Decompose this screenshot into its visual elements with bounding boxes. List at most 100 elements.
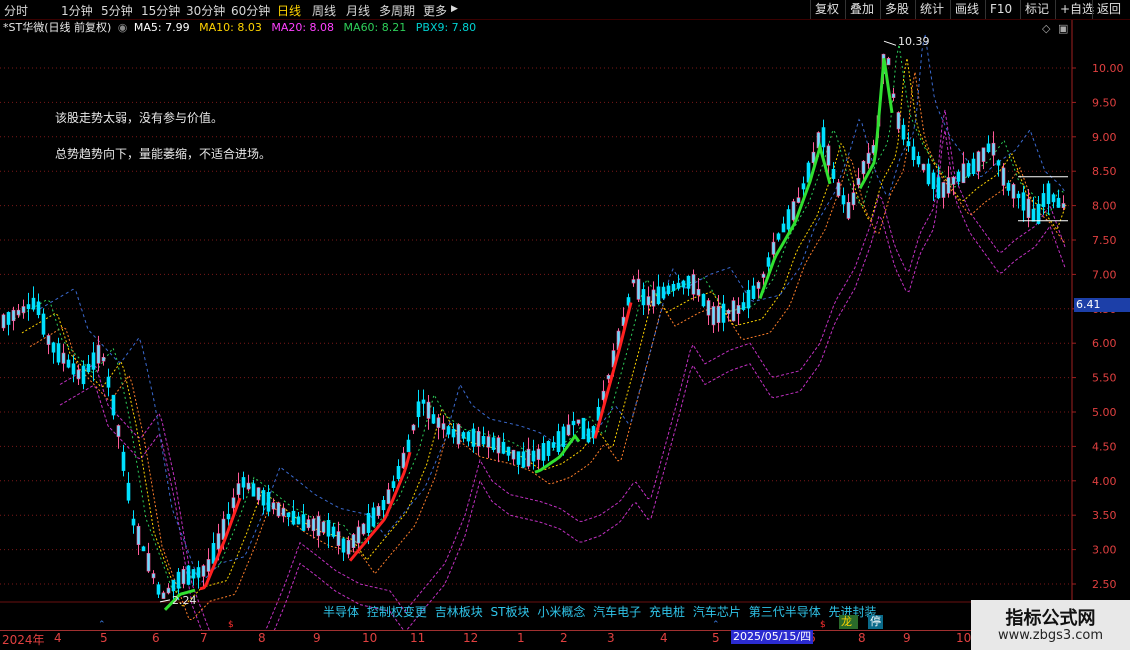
candle-body xyxy=(821,127,826,148)
candle-body xyxy=(306,519,311,529)
watermark-title: 指标公式网 xyxy=(1005,608,1096,629)
candle-body xyxy=(1006,182,1011,191)
candle-body xyxy=(141,546,146,552)
period-toolbar: 分时 1分钟 5分钟 15分钟 30分钟 60分钟 日线 周线 月线 多周期 更… xyxy=(0,0,1130,20)
candle-body xyxy=(111,394,116,416)
tab-weekly[interactable]: 周线 xyxy=(312,2,336,19)
tab-30min[interactable]: 30分钟 xyxy=(186,2,225,19)
concept-tag[interactable]: 汽车芯片 xyxy=(693,605,741,619)
candle-body xyxy=(661,286,666,299)
candle-body xyxy=(746,289,751,309)
candle-body xyxy=(581,417,586,440)
time-label: 8 xyxy=(858,631,866,645)
time-label: 1 xyxy=(517,631,525,645)
concept-tag[interactable]: ST板块 xyxy=(491,605,530,619)
candle-body xyxy=(356,526,361,544)
time-label: 4 xyxy=(54,631,62,645)
candle-body xyxy=(96,344,101,364)
candle-body xyxy=(516,451,521,465)
price-tick-label: 9.50 xyxy=(1092,96,1117,109)
event-marker-icon: ⌃ xyxy=(712,620,720,630)
candle-body xyxy=(691,274,696,295)
low-label: 2.24 xyxy=(172,594,197,607)
candle-body xyxy=(66,359,71,368)
tab-15min[interactable]: 15分钟 xyxy=(141,2,180,19)
concept-tag[interactable]: 第三代半导体 xyxy=(749,605,821,619)
tab-60min[interactable]: 60分钟 xyxy=(231,2,270,19)
candle-body xyxy=(696,288,701,296)
f10-button[interactable]: F10 xyxy=(985,0,1016,19)
candle-body xyxy=(486,436,491,448)
candle-body xyxy=(901,124,906,140)
stats-button[interactable]: 统计 xyxy=(915,0,948,19)
concept-tag[interactable]: 小米概念 xyxy=(537,605,585,619)
draw-button[interactable]: 画线 xyxy=(950,0,983,19)
candle-body xyxy=(771,241,776,255)
tab-multi-period[interactable]: 多周期 xyxy=(379,2,415,19)
concept-tag[interactable]: 控制权变更 xyxy=(367,605,427,619)
suspend-badge[interactable]: 停 xyxy=(868,615,883,629)
price-tick-label: 9.00 xyxy=(1092,131,1117,144)
candle-body xyxy=(381,499,386,511)
concept-tag[interactable]: 充电桩 xyxy=(649,605,685,619)
candle-body xyxy=(686,275,691,289)
candle-body xyxy=(566,424,571,436)
tab-daily[interactable]: 日线 xyxy=(277,2,301,19)
candle-body xyxy=(781,223,786,233)
candle-body xyxy=(761,273,766,278)
candle-body xyxy=(571,420,576,426)
candle-body xyxy=(126,482,131,501)
current-price-tag: 6.41 xyxy=(1074,298,1130,312)
candle-body xyxy=(796,197,801,203)
candle-body xyxy=(966,163,971,177)
candle-body xyxy=(511,449,516,460)
candle-body xyxy=(36,301,41,316)
candle-body xyxy=(71,363,76,375)
multi-stock-button[interactable]: 多股 xyxy=(880,0,913,19)
candle-body xyxy=(301,514,306,531)
candle-body xyxy=(896,112,901,130)
candle-body xyxy=(556,431,561,453)
tab-5min[interactable]: 5分钟 xyxy=(101,2,133,19)
adjust-button[interactable]: 复权 xyxy=(810,0,843,19)
candle-body xyxy=(456,424,461,445)
window-icon[interactable]: ▣ xyxy=(1058,22,1068,35)
candle-body xyxy=(666,285,671,294)
candle-body xyxy=(501,441,506,454)
candle-body xyxy=(286,512,291,518)
ma60-lower-band xyxy=(59,130,1066,630)
time-label: 3 xyxy=(607,631,615,645)
mark-button[interactable]: 标记 xyxy=(1020,0,1053,19)
ma5-value: MA5: 7.99 xyxy=(133,21,190,34)
candle-body xyxy=(706,300,711,316)
tab-intraday[interactable]: 分时 xyxy=(4,2,28,19)
concept-tag[interactable]: 吉林板块 xyxy=(435,605,483,619)
settings-icon[interactable]: ◉ xyxy=(118,21,128,34)
candle-body xyxy=(526,448,531,467)
dragon-tiger-badge[interactable]: 龙虎榜 xyxy=(839,615,858,629)
candle-body xyxy=(251,483,256,497)
time-axis: 2024年 4 5 6 7 8 9 10 11 12 1 2 3 4 5 6 7… xyxy=(0,630,1075,650)
candle-body xyxy=(1061,203,1066,209)
candle-body xyxy=(576,419,581,424)
candle-body xyxy=(186,565,191,585)
concept-tag[interactable]: 汽车电子 xyxy=(593,605,641,619)
candle-body xyxy=(216,533,221,550)
tab-monthly[interactable]: 月线 xyxy=(346,2,370,19)
candle-body xyxy=(191,569,196,579)
more-arrow-icon[interactable]: ▶ xyxy=(451,4,458,14)
concept-tag[interactable]: 半导体 xyxy=(323,605,359,619)
candle-body xyxy=(606,374,611,380)
candle-body xyxy=(836,182,841,197)
high-pointer xyxy=(883,40,897,46)
overlay-button[interactable]: 叠加 xyxy=(845,0,878,19)
back-button[interactable]: 返回 xyxy=(1092,0,1125,19)
candle-body xyxy=(226,513,231,520)
tab-1min[interactable]: 1分钟 xyxy=(61,2,93,19)
candle-body xyxy=(311,518,316,532)
price-tick-label: 3.00 xyxy=(1092,544,1117,557)
candle-body xyxy=(861,160,866,175)
candle-body xyxy=(196,567,201,578)
diamond-icon[interactable]: ◇ xyxy=(1042,22,1050,35)
tab-more[interactable]: 更多 xyxy=(423,2,447,19)
